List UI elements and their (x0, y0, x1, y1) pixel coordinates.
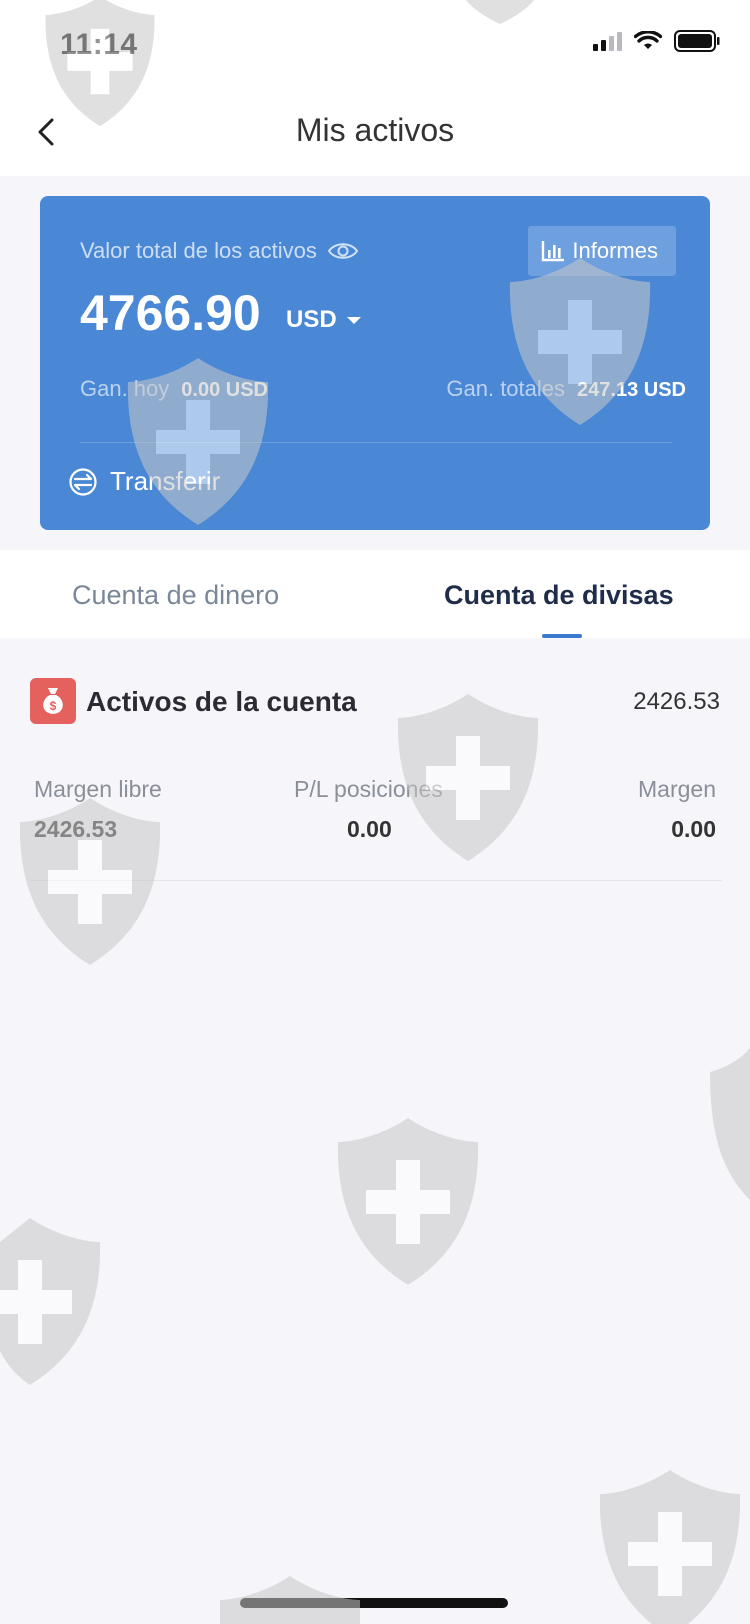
shield-watermark-icon (337, 1118, 479, 1285)
gain-today-value: 0.00 USD (181, 379, 268, 401)
home-indicator[interactable] (240, 1598, 508, 1608)
transfer-icon (69, 467, 97, 496)
battery-icon (674, 30, 720, 52)
svg-text:$: $ (50, 699, 57, 713)
margin-label: Margen (638, 776, 716, 802)
asset-summary-card: Valor total de los activos Informes 4766… (40, 196, 710, 530)
currency-selector[interactable]: USD (286, 306, 361, 334)
reports-button[interactable]: Informes (528, 226, 676, 276)
gain-total-value: 247.13 USD (577, 379, 686, 401)
reports-label: Informes (572, 238, 658, 263)
section-divider (30, 880, 722, 881)
account-assets-title: Activos de la cuenta (86, 686, 357, 717)
positions-pl-value: 0.00 (347, 816, 392, 842)
transfer-label: Transferir (110, 466, 221, 496)
signal-icon (593, 31, 622, 51)
shield-watermark-icon (599, 1470, 741, 1624)
total-assets-value: 4766.90 (80, 285, 261, 341)
status-time: 11:14 (60, 28, 138, 61)
shield-watermark-icon (710, 1048, 750, 1200)
card-divider (80, 442, 672, 443)
top-bar: 11:14 Mis activos (0, 0, 750, 176)
tab-money-account[interactable]: Cuenta de dinero (72, 580, 279, 611)
tab-forex-account[interactable]: Cuenta de divisas (444, 580, 674, 611)
total-assets-label: Valor total de los activos (80, 238, 317, 263)
wifi-icon (634, 31, 662, 49)
page-title: Mis activos (295, 112, 455, 148)
gain-total-label: Gan. totales (446, 376, 566, 401)
active-tab-indicator (542, 634, 582, 638)
gain-today-label: Gan. hoy (80, 376, 170, 401)
total-assets-label-row: Valor total de los activos (80, 238, 359, 264)
shield-watermark-icon (220, 1576, 360, 1624)
free-margin-value: 2426.53 (34, 816, 118, 842)
shield-watermark-icon (0, 1218, 101, 1385)
transfer-button[interactable]: Transferir (68, 466, 220, 497)
gain-today: Gan. hoy 0.00 USD (80, 376, 268, 402)
positions-pl-label: P/L posiciones (294, 776, 443, 802)
money-bag-icon: $ (30, 678, 76, 724)
currency-label: USD (286, 306, 337, 333)
free-margin-label: Margen libre (34, 776, 162, 802)
status-icons (593, 30, 720, 52)
bar-chart-icon (542, 241, 565, 262)
margin-value: 0.00 (671, 816, 716, 842)
account-tabs: Cuenta de dinero Cuenta de divisas (0, 550, 750, 638)
eye-icon[interactable] (327, 240, 359, 262)
account-assets-total: 2426.53 (633, 688, 720, 715)
caret-down-icon (346, 316, 361, 324)
gain-total: Gan. totales 247.13 USD (446, 376, 686, 402)
